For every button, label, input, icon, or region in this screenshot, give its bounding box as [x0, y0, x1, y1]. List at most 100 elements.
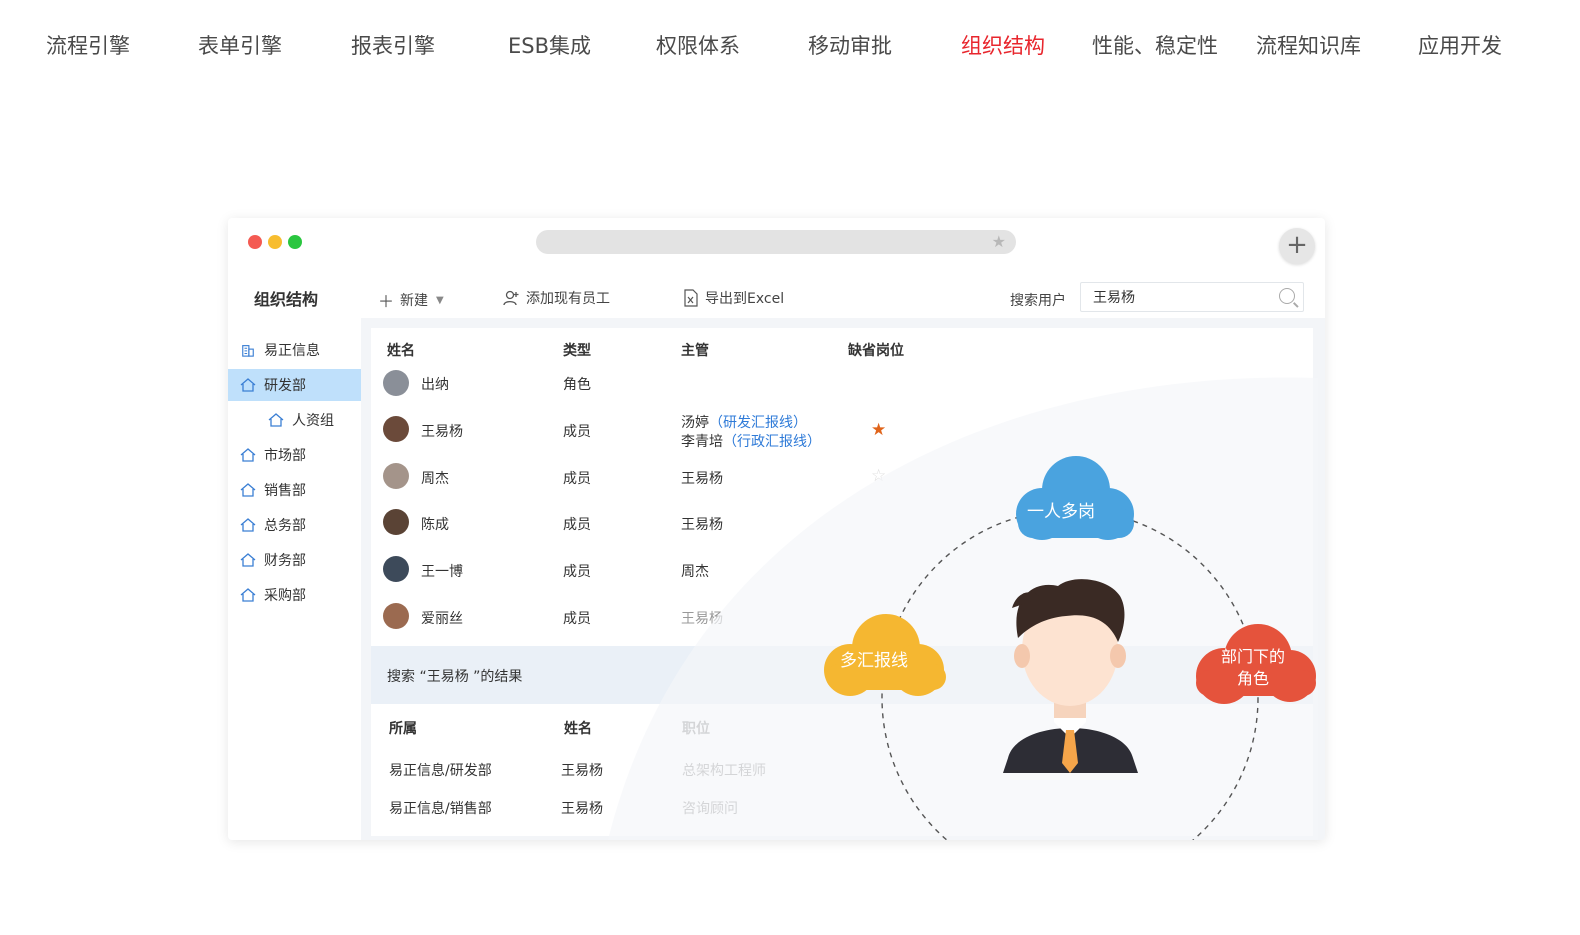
excel-file-icon	[684, 289, 698, 307]
result-dept[interactable]: 易正信息/研发部	[389, 760, 492, 780]
sidebar-item-label: 采购部	[264, 588, 306, 604]
export-excel-label: 导出到Excel	[705, 291, 785, 307]
avatar	[383, 556, 409, 582]
home-icon	[240, 378, 256, 392]
avatar	[383, 509, 409, 535]
reporting-line-link[interactable]: （行政汇报线）	[723, 434, 821, 450]
minimize-window-button[interactable]	[268, 235, 282, 249]
plus-icon: ＋	[378, 292, 395, 311]
nav-item-performance[interactable]: 性能、稳定性	[1092, 30, 1218, 60]
sidebar-item-label: 总务部	[264, 518, 306, 534]
column-header-default-post[interactable]: 缺省岗位	[848, 340, 904, 360]
sidebar-item-label: 人资组	[292, 413, 334, 429]
sidebar-item-label: 市场部	[264, 448, 306, 464]
member-name[interactable]: 爱丽丝	[421, 608, 463, 628]
cloud-label-line-2: 角色	[1237, 669, 1270, 688]
caret-down-icon: ▼	[436, 294, 444, 306]
reporting-line-link[interactable]: （研发汇报线）	[709, 415, 807, 431]
member-name[interactable]: 周杰	[421, 468, 449, 488]
column-header-name[interactable]: 姓名	[387, 340, 415, 360]
nav-item-app-dev[interactable]: 应用开发	[1418, 30, 1502, 60]
member-manager: 王易杨	[681, 611, 723, 627]
member-type: 角色	[563, 377, 591, 393]
nav-item-form-engine[interactable]: 表单引擎	[198, 30, 282, 60]
avatar	[383, 370, 409, 396]
nav-item-knowledge-base[interactable]: 流程知识库	[1256, 30, 1361, 60]
home-icon	[240, 518, 256, 532]
maximize-window-button[interactable]	[288, 235, 302, 249]
result-dept[interactable]: 易正信息/销售部	[389, 798, 492, 818]
member-name[interactable]: 王一博	[421, 561, 463, 581]
title-bar: ★ +	[228, 218, 1325, 270]
members-panel: 姓名 类型 主管 缺省岗位 出纳 角色 王易杨 成员 汤婷（研发汇报线） 李青培…	[371, 328, 1313, 646]
avatar	[383, 463, 409, 489]
column-header-name[interactable]: 姓名	[564, 718, 592, 738]
app-window: ★ + 组织结构 ＋ 新建 ▼ 添加现有员工 导出到Excel 搜索用户 易	[228, 218, 1325, 840]
column-header-manager[interactable]: 主管	[681, 340, 709, 360]
cloud-label-dept-role: 部门下的 角色	[1221, 646, 1285, 690]
home-icon	[240, 553, 256, 567]
cloud-label-line-1: 部门下的	[1221, 647, 1286, 666]
close-window-button[interactable]	[248, 235, 262, 249]
home-icon	[240, 588, 256, 602]
sidebar-item-marketing[interactable]: 市场部	[228, 439, 361, 471]
address-bar[interactable]: ★	[536, 230, 1016, 254]
export-excel-button[interactable]: 导出到Excel	[683, 288, 784, 308]
member-type: 成员	[563, 611, 591, 627]
home-icon	[268, 413, 284, 427]
add-user-icon	[503, 290, 519, 306]
avatar	[383, 416, 409, 442]
member-manager: 汤婷（研发汇报线）	[681, 412, 807, 432]
search-icon[interactable]	[1279, 288, 1295, 304]
new-tab-button[interactable]: +	[1279, 228, 1315, 264]
sidebar-item-finance[interactable]: 财务部	[228, 544, 361, 576]
member-manager: 周杰	[681, 564, 709, 580]
nav-item-org-structure[interactable]: 组织结构	[961, 30, 1045, 60]
add-existing-employee-label: 添加现有员工	[526, 291, 610, 307]
avatar	[383, 603, 409, 629]
cloud-label-one-person-multi-post: 一人多岗	[1027, 502, 1095, 522]
member-type: 成员	[563, 424, 591, 440]
add-existing-employee-button[interactable]: 添加现有员工	[502, 288, 610, 308]
sidebar-item-hr-group[interactable]: 人资组	[228, 404, 361, 436]
top-navigation: 流程引擎 表单引擎 报表引擎 ESB集成 权限体系 移动审批 组织结构 性能、稳…	[0, 30, 1580, 74]
member-manager: 王易杨	[681, 517, 723, 533]
member-name[interactable]: 王易杨	[421, 421, 463, 441]
nav-item-report-engine[interactable]: 报表引擎	[351, 30, 435, 60]
sidebar-item-purchasing[interactable]: 采购部	[228, 579, 361, 611]
result-name[interactable]: 王易杨	[561, 798, 603, 818]
search-user-label: 搜索用户	[1010, 293, 1066, 309]
nav-item-mobile-approval[interactable]: 移动审批	[808, 30, 892, 60]
column-header-position[interactable]: 职位	[682, 718, 710, 738]
sidebar-item-yizheng[interactable]: 易正信息	[228, 334, 361, 366]
search-user-input[interactable]	[1081, 283, 1261, 311]
member-name[interactable]: 陈成	[421, 514, 449, 534]
home-icon	[240, 483, 256, 497]
member-type: 成员	[563, 517, 591, 533]
column-header-dept[interactable]: 所属	[389, 718, 417, 738]
member-manager-2: 李青培（行政汇报线）	[681, 431, 821, 451]
member-name[interactable]: 出纳	[421, 374, 449, 394]
nav-item-permissions[interactable]: 权限体系	[656, 30, 740, 60]
nav-item-esb[interactable]: ESB集成	[508, 30, 591, 60]
home-icon	[240, 448, 256, 462]
new-button[interactable]: ＋ 新建 ▼	[378, 288, 444, 312]
bookmark-star-icon[interactable]: ★	[992, 232, 1006, 251]
search-result-title: 搜索 “王易杨 ”的结果	[387, 669, 523, 685]
column-header-type[interactable]: 类型	[563, 340, 591, 360]
sidebar-item-rd[interactable]: 研发部	[228, 369, 361, 401]
default-post-star-icon[interactable]: ★	[871, 420, 886, 440]
nav-item-process-engine[interactable]: 流程引擎	[46, 30, 130, 60]
sidebar-item-general-affairs[interactable]: 总务部	[228, 509, 361, 541]
sidebar-title: 组织结构	[254, 290, 319, 309]
search-user-box[interactable]	[1080, 282, 1304, 312]
sidebar-item-sales[interactable]: 销售部	[228, 474, 361, 506]
empty-star-icon[interactable]: ☆	[871, 466, 886, 486]
org-sidebar: 易正信息 研发部 人资组 市场部 销售部 总务部 财务部 采购部	[228, 318, 361, 840]
search-result-panel: 所属 姓名 职位 易正信息/研发部 王易杨 总架构工程师 易正信息/销售部 王易…	[371, 704, 1313, 836]
sidebar-item-label: 财务部	[264, 553, 306, 569]
result-name[interactable]: 王易杨	[561, 760, 603, 780]
new-button-label: 新建	[400, 293, 429, 309]
member-manager: 王易杨	[681, 471, 723, 487]
member-type: 成员	[563, 564, 591, 580]
